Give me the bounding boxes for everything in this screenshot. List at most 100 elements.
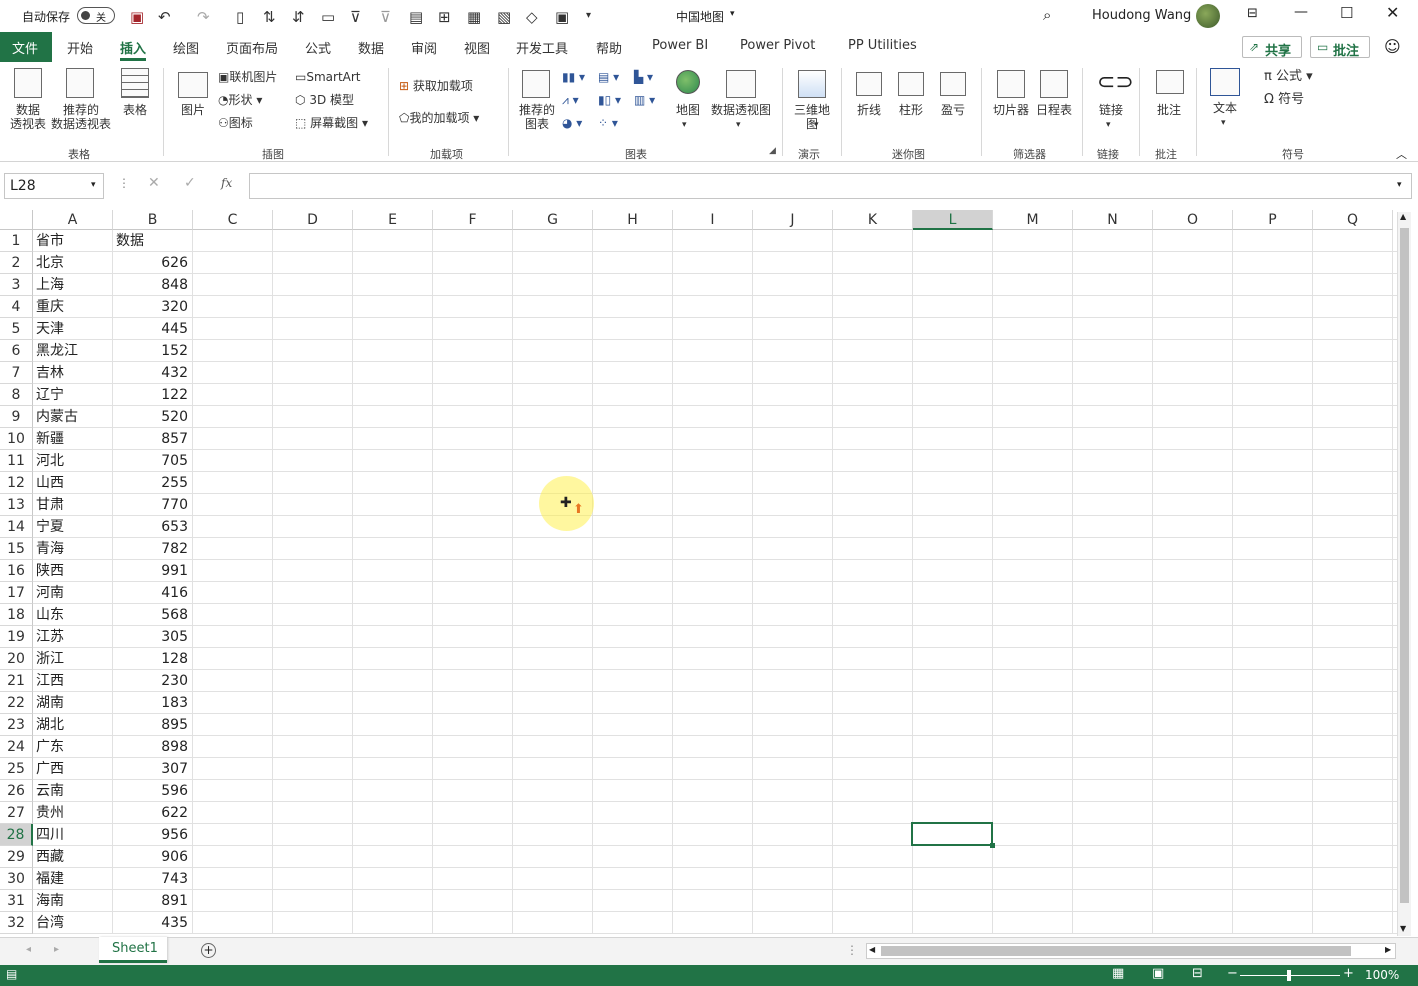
shapes-button[interactable]: ◔形状 ▾: [218, 93, 262, 107]
row-header[interactable]: 18: [0, 604, 33, 626]
hierarchy-chart-icon[interactable]: ▤ ▾: [598, 70, 619, 84]
form-icon[interactable]: ▤: [409, 8, 423, 26]
column-header-F[interactable]: F: [433, 210, 513, 230]
customize-qat-icon[interactable]: ▾: [586, 10, 591, 21]
waterfall-chart-icon[interactable]: ▙ ▾: [634, 70, 653, 84]
row-header[interactable]: 26: [0, 780, 33, 802]
save-icon[interactable]: ▣: [130, 8, 144, 26]
column-header-E[interactable]: E: [353, 210, 433, 230]
row-header[interactable]: 10: [0, 428, 33, 450]
ribbon-display-icon[interactable]: ⊟: [1247, 6, 1258, 21]
cell-B28[interactable]: 956: [113, 824, 193, 846]
row-header[interactable]: 31: [0, 890, 33, 912]
tab-help[interactable]: 帮助: [596, 38, 622, 57]
split-handle-icon[interactable]: ⋮: [846, 943, 858, 957]
tab-draw[interactable]: 绘图: [173, 38, 199, 57]
line-chart-icon[interactable]: ⩘ ▾: [562, 93, 579, 107]
row-header[interactable]: 21: [0, 670, 33, 692]
my-addins-button[interactable]: ⬠我的加载项 ▾: [399, 111, 479, 125]
cell-B31[interactable]: 891: [113, 890, 193, 912]
cell-B32[interactable]: 435: [113, 912, 193, 934]
row-header[interactable]: 30: [0, 868, 33, 890]
enter-icon[interactable]: ✓: [184, 175, 196, 191]
cell-B3[interactable]: 848: [113, 274, 193, 296]
column-header-O[interactable]: O: [1153, 210, 1233, 230]
undo-icon[interactable]: ↶: [158, 8, 171, 26]
column-header-I[interactable]: I: [673, 210, 753, 230]
cell-A15[interactable]: 青海: [33, 538, 113, 560]
row-header[interactable]: 4: [0, 296, 33, 318]
dialog-launcher-icon[interactable]: ◢: [769, 146, 776, 156]
cell-B7[interactable]: 432: [113, 362, 193, 384]
combo-chart-icon[interactable]: ▥ ▾: [634, 93, 655, 107]
page-break-view-icon[interactable]: ⊟: [1192, 966, 1203, 981]
row-header[interactable]: 16: [0, 560, 33, 582]
clear-filter-icon[interactable]: ⊽: [380, 8, 391, 26]
cell-A24[interactable]: 广东: [33, 736, 113, 758]
cell-B10[interactable]: 857: [113, 428, 193, 450]
cell-A16[interactable]: 陕西: [33, 560, 113, 582]
worksheet-grid[interactable]: ABCDEFGHIJKLMNOPQ 1 省市 数据 2 北京 626 3 上海 848 4 重庆 32…: [0, 210, 1418, 936]
zoom-out-icon[interactable]: −: [1227, 966, 1238, 981]
print-preview-icon[interactable]: ▦: [467, 8, 481, 26]
column-header-C[interactable]: C: [193, 210, 273, 230]
cell-A12[interactable]: 山西: [33, 472, 113, 494]
row-header[interactable]: 28: [0, 824, 33, 846]
cell-B6[interactable]: 152: [113, 340, 193, 362]
equation-button[interactable]: π 公式 ▾: [1264, 70, 1313, 84]
column-header-G[interactable]: G: [513, 210, 593, 230]
row-header[interactable]: 1: [0, 230, 33, 252]
autosave-toggle[interactable]: 关: [77, 7, 115, 24]
maximize-icon[interactable]: ☐: [1340, 4, 1353, 22]
cell-B11[interactable]: 705: [113, 450, 193, 472]
row-header[interactable]: 24: [0, 736, 33, 758]
symbol-button[interactable]: Ω 符号: [1264, 93, 1304, 107]
cell-A30[interactable]: 福建: [33, 868, 113, 890]
cell-B2[interactable]: 626: [113, 252, 193, 274]
cell-B5[interactable]: 445: [113, 318, 193, 340]
cell-A8[interactable]: 辽宁: [33, 384, 113, 406]
tag-icon[interactable]: ◇: [526, 8, 538, 26]
cell-A10[interactable]: 新疆: [33, 428, 113, 450]
redo-icon[interactable]: ↷: [197, 8, 210, 26]
tab-pp-utilities[interactable]: PP Utilities: [848, 38, 917, 53]
page-layout-view-icon[interactable]: ▣: [1152, 966, 1164, 981]
cell-A5[interactable]: 天津: [33, 318, 113, 340]
collapse-ribbon-icon[interactable]: ︿: [1396, 146, 1407, 162]
row-header[interactable]: 11: [0, 450, 33, 472]
row-header[interactable]: 17: [0, 582, 33, 604]
cell-B13[interactable]: 770: [113, 494, 193, 516]
cell-B1[interactable]: 数据: [113, 230, 193, 252]
row-header[interactable]: 19: [0, 626, 33, 648]
cell-A28[interactable]: 四川: [33, 824, 113, 846]
row-header[interactable]: 27: [0, 802, 33, 824]
cell-A26[interactable]: 云南: [33, 780, 113, 802]
row-header[interactable]: 29: [0, 846, 33, 868]
cell-A29[interactable]: 西藏: [33, 846, 113, 868]
next-sheet-icon[interactable]: ▸: [54, 944, 59, 955]
row-header[interactable]: 14: [0, 516, 33, 538]
row-header[interactable]: 20: [0, 648, 33, 670]
tab-power-pivot[interactable]: Power Pivot: [740, 38, 815, 53]
active-cell-L28[interactable]: [911, 822, 993, 846]
cell-A13[interactable]: 甘肃: [33, 494, 113, 516]
comments-button[interactable]: ▭ 批注: [1310, 36, 1370, 59]
cell-B9[interactable]: 520: [113, 406, 193, 428]
user-name[interactable]: Houdong Wang: [1092, 8, 1191, 23]
get-addins-button[interactable]: ⊞ 获取加载项: [399, 79, 473, 93]
cell-A21[interactable]: 江西: [33, 670, 113, 692]
row-header[interactable]: 15: [0, 538, 33, 560]
scatter-chart-icon[interactable]: ⁘ ▾: [598, 116, 618, 130]
pie-chart-icon[interactable]: ◕ ▾: [562, 116, 582, 130]
fill-handle[interactable]: [990, 843, 995, 848]
cell-B14[interactable]: 653: [113, 516, 193, 538]
sort-desc-icon[interactable]: ⇵: [292, 8, 305, 26]
minimize-icon[interactable]: —: [1294, 4, 1308, 20]
tab-insert[interactable]: 插入: [120, 38, 146, 57]
add-sheet-icon[interactable]: +: [201, 943, 216, 958]
3d-model-button[interactable]: ⬡ 3D 模型: [295, 93, 354, 107]
vertical-scroll-thumb[interactable]: [1400, 228, 1409, 903]
macro-record-icon[interactable]: ▤: [6, 967, 17, 981]
column-chart-icon[interactable]: ▮▮ ▾: [562, 70, 585, 84]
row-header[interactable]: 9: [0, 406, 33, 428]
